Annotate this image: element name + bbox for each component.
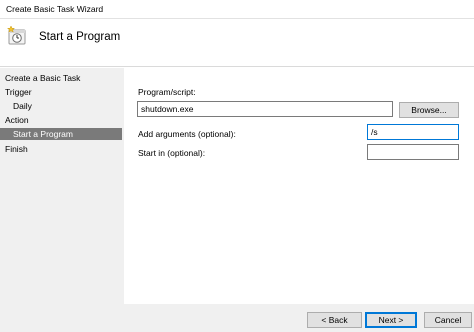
step-finish: Finish bbox=[5, 144, 28, 154]
browse-button[interactable]: Browse... bbox=[399, 102, 459, 118]
wizard-content: Program/script: Browse... Add arguments … bbox=[124, 68, 474, 304]
step-daily: Daily bbox=[13, 101, 32, 111]
start-in-input[interactable] bbox=[367, 144, 459, 160]
program-script-label: Program/script: bbox=[138, 87, 196, 97]
task-scheduler-clock-icon bbox=[6, 24, 28, 46]
step-create-basic-task: Create a Basic Task bbox=[5, 73, 81, 83]
back-button[interactable]: < Back bbox=[307, 312, 362, 328]
step-action: Action bbox=[5, 115, 29, 125]
add-arguments-label: Add arguments (optional): bbox=[138, 129, 236, 139]
title-bar: Create Basic Task Wizard bbox=[0, 0, 474, 19]
wizard-footer: < Back Next > Cancel bbox=[0, 304, 474, 332]
wizard-header: Start a Program bbox=[0, 19, 474, 67]
step-start-a-program: Start a Program bbox=[0, 128, 122, 140]
wizard-steps-sidebar: Create a Basic Task Trigger Daily Action… bbox=[0, 68, 124, 304]
program-script-input[interactable] bbox=[137, 101, 393, 117]
page-heading: Start a Program bbox=[39, 31, 121, 43]
add-arguments-input[interactable] bbox=[367, 124, 459, 140]
next-button[interactable]: Next > bbox=[365, 312, 417, 328]
window-title: Create Basic Task Wizard bbox=[6, 4, 104, 14]
cancel-button[interactable]: Cancel bbox=[424, 312, 472, 328]
step-trigger: Trigger bbox=[5, 87, 32, 97]
start-in-label: Start in (optional): bbox=[138, 148, 206, 158]
